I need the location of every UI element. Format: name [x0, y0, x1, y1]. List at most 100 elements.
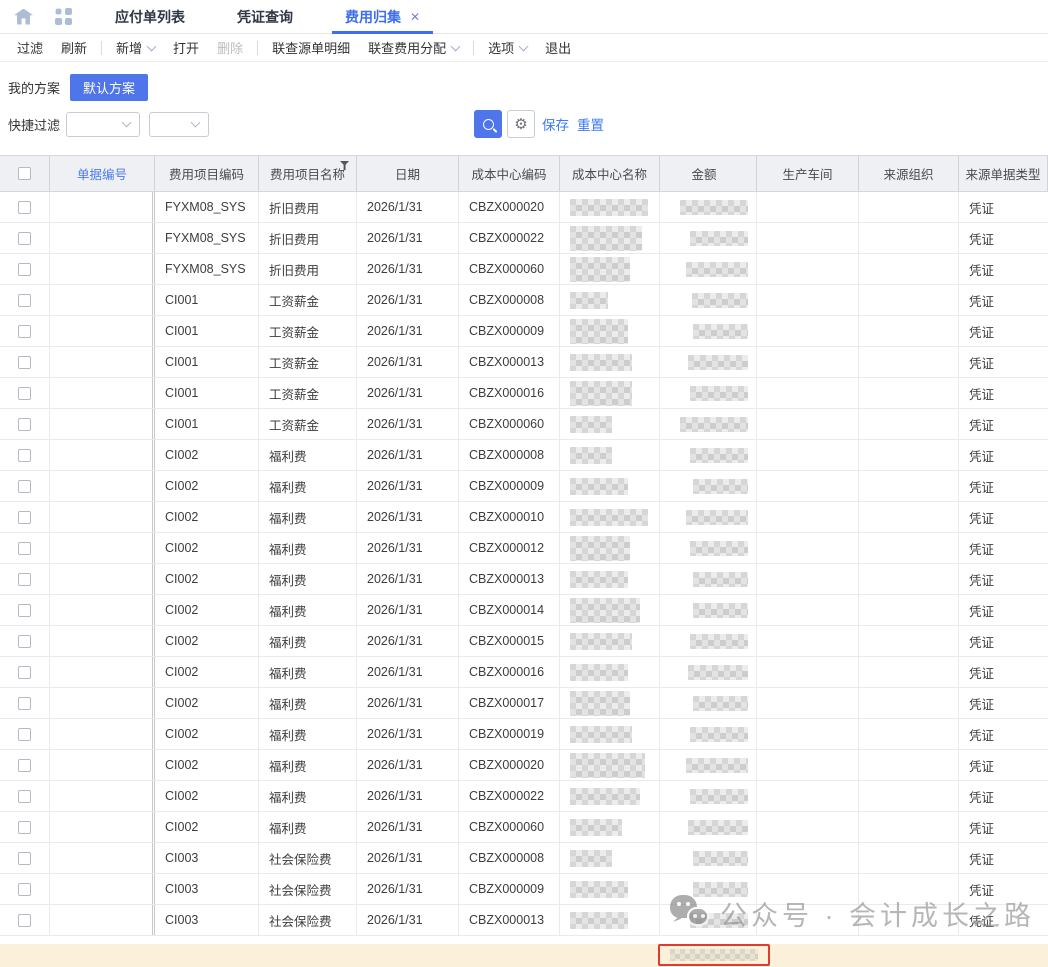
reset-filter-link[interactable]: 重置	[577, 114, 604, 134]
toolbar-button-选项[interactable]: 选项	[479, 38, 536, 57]
column-header-费用项目名称[interactable]: 费用项目名称	[259, 156, 357, 191]
row-checkbox[interactable]	[18, 604, 31, 617]
default-scheme-button[interactable]: 默认方案	[70, 74, 148, 101]
table-row[interactable]: CI002 福利费 2026/1/31 CBZX000019 凭证	[0, 719, 1048, 750]
row-checkbox[interactable]	[18, 542, 31, 555]
row-checkbox[interactable]	[18, 418, 31, 431]
table-row[interactable]: CI001 工资薪金 2026/1/31 CBZX000009 凭证	[0, 316, 1048, 347]
toolbar-button-过滤[interactable]: 过滤	[8, 38, 52, 57]
quick-filter-label: 快捷过滤	[8, 115, 60, 134]
cell-doc-no	[50, 626, 155, 656]
table-row[interactable]: CI001 工资薪金 2026/1/31 CBZX000016 凭证	[0, 378, 1048, 409]
row-checkbox[interactable]	[18, 294, 31, 307]
table-row[interactable]: CI003 社会保险费 2026/1/31 CBZX000009 凭证	[0, 874, 1048, 905]
table-row[interactable]: CI002 福利费 2026/1/31 CBZX000013 凭证	[0, 564, 1048, 595]
column-header-金额[interactable]: 金额	[660, 156, 757, 191]
cell-source-doc-type: 凭证	[959, 905, 1048, 935]
row-checkbox[interactable]	[18, 387, 31, 400]
table-row[interactable]: FYXM08_SYS 折旧费用 2026/1/31 CBZX000060 凭证	[0, 254, 1048, 285]
row-checkbox[interactable]	[18, 790, 31, 803]
row-checkbox[interactable]	[18, 480, 31, 493]
cell-expense-name: 福利费	[259, 471, 357, 501]
table-row[interactable]: CI002 福利费 2026/1/31 CBZX000010 凭证	[0, 502, 1048, 533]
quick-filter-select-1[interactable]	[66, 112, 140, 137]
cell-workshop	[757, 192, 859, 222]
table-row[interactable]: CI002 福利费 2026/1/31 CBZX000009 凭证	[0, 471, 1048, 502]
cell-cost-center-code: CBZX000008	[459, 285, 560, 315]
table-row[interactable]: CI003 社会保险费 2026/1/31 CBZX000013 凭证	[0, 905, 1048, 936]
toolbar-button-刷新[interactable]: 刷新	[52, 38, 96, 57]
table-row[interactable]: CI002 福利费 2026/1/31 CBZX000020 凭证	[0, 750, 1048, 781]
column-header-成本中心编码[interactable]: 成本中心编码	[459, 156, 560, 191]
row-checkbox[interactable]	[18, 449, 31, 462]
filter-settings-button[interactable]: ⚙	[507, 110, 535, 138]
row-checkbox[interactable]	[18, 883, 31, 896]
redacted-cost-center-name	[570, 292, 608, 309]
expense-table: 单据编号费用项目编码费用项目名称日期成本中心编码成本中心名称金额生产车间来源组织…	[0, 155, 1048, 936]
cell-expense-code: FYXM08_SYS	[155, 254, 259, 284]
redacted-amount	[690, 386, 748, 401]
row-checkbox[interactable]	[18, 356, 31, 369]
toolbar-button-联查源单明细[interactable]: 联查源单明细	[263, 38, 359, 57]
table-row[interactable]: CI002 福利费 2026/1/31 CBZX000060 凭证	[0, 812, 1048, 843]
redacted-amount	[693, 882, 748, 897]
column-header-费用项目编码[interactable]: 费用项目编码	[155, 156, 259, 191]
header-checkbox-cell[interactable]	[0, 156, 50, 191]
toolbar-button-退出[interactable]: 退出	[536, 38, 580, 57]
apps-grid-icon[interactable]	[55, 8, 72, 25]
tab-凭证查询[interactable]: 凭证查询	[224, 0, 306, 34]
table-row[interactable]: CI001 工资薪金 2026/1/31 CBZX000013 凭证	[0, 347, 1048, 378]
toolbar-button-联查费用分配[interactable]: 联查费用分配	[359, 38, 468, 57]
row-checkbox[interactable]	[18, 697, 31, 710]
cell-date: 2026/1/31	[357, 409, 459, 439]
table-row[interactable]: CI003 社会保险费 2026/1/31 CBZX000008 凭证	[0, 843, 1048, 874]
column-header-单据编号[interactable]: 单据编号	[50, 156, 155, 191]
cell-expense-name: 福利费	[259, 688, 357, 718]
table-row[interactable]: CI001 工资薪金 2026/1/31 CBZX000060 凭证	[0, 409, 1048, 440]
table-row[interactable]: FYXM08_SYS 折旧费用 2026/1/31 CBZX000022 凭证	[0, 223, 1048, 254]
column-header-来源组织[interactable]: 来源组织	[859, 156, 959, 191]
cell-source-org	[859, 347, 959, 377]
row-checkbox[interactable]	[18, 666, 31, 679]
table-row[interactable]: CI002 福利费 2026/1/31 CBZX000008 凭证	[0, 440, 1048, 471]
tab-费用归集[interactable]: 费用归集✕	[332, 0, 433, 34]
row-checkbox[interactable]	[18, 325, 31, 338]
row-checkbox[interactable]	[18, 232, 31, 245]
table-row[interactable]: FYXM08_SYS 折旧费用 2026/1/31 CBZX000020 凭证	[0, 192, 1048, 223]
tab-应付单列表[interactable]: 应付单列表	[102, 0, 198, 34]
save-filter-link[interactable]: 保存	[542, 114, 569, 134]
table-row[interactable]: CI002 福利费 2026/1/31 CBZX000017 凭证	[0, 688, 1048, 719]
column-header-来源单据类型[interactable]: 来源单据类型	[959, 156, 1048, 191]
column-header-成本中心名称[interactable]: 成本中心名称	[560, 156, 660, 191]
redacted-cost-center-name	[570, 753, 645, 778]
row-checkbox[interactable]	[18, 914, 31, 927]
row-checkbox[interactable]	[18, 511, 31, 524]
row-checkbox[interactable]	[18, 821, 31, 834]
table-row[interactable]: CI002 福利费 2026/1/31 CBZX000016 凭证	[0, 657, 1048, 688]
toolbar-button-新增[interactable]: 新增	[107, 38, 164, 57]
table-row[interactable]: CI002 福利费 2026/1/31 CBZX000014 凭证	[0, 595, 1048, 626]
select-all-checkbox[interactable]	[18, 167, 31, 180]
row-checkbox[interactable]	[18, 852, 31, 865]
row-checkbox[interactable]	[18, 263, 31, 276]
toolbar-button-打开[interactable]: 打开	[164, 38, 208, 57]
table-row[interactable]: CI002 福利费 2026/1/31 CBZX000015 凭证	[0, 626, 1048, 657]
search-button[interactable]	[474, 110, 502, 138]
row-checkbox[interactable]	[18, 759, 31, 772]
table-header-row: 单据编号费用项目编码费用项目名称日期成本中心编码成本中心名称金额生产车间来源组织…	[0, 156, 1048, 192]
column-header-日期[interactable]: 日期	[357, 156, 459, 191]
row-checkbox[interactable]	[18, 201, 31, 214]
column-header-生产车间[interactable]: 生产车间	[757, 156, 859, 191]
table-row[interactable]: CI002 福利费 2026/1/31 CBZX000022 凭证	[0, 781, 1048, 812]
quick-filter-select-2[interactable]	[149, 112, 209, 137]
row-checkbox[interactable]	[18, 573, 31, 586]
table-row[interactable]: CI002 福利费 2026/1/31 CBZX000012 凭证	[0, 533, 1048, 564]
row-checkbox[interactable]	[18, 635, 31, 648]
cell-workshop	[757, 657, 859, 687]
row-checkbox[interactable]	[18, 728, 31, 741]
table-row[interactable]: CI001 工资薪金 2026/1/31 CBZX000008 凭证	[0, 285, 1048, 316]
home-icon[interactable]	[14, 9, 33, 25]
close-tab-icon[interactable]: ✕	[410, 10, 420, 24]
cell-expense-code: CI001	[155, 316, 259, 346]
cell-doc-no	[50, 192, 155, 222]
